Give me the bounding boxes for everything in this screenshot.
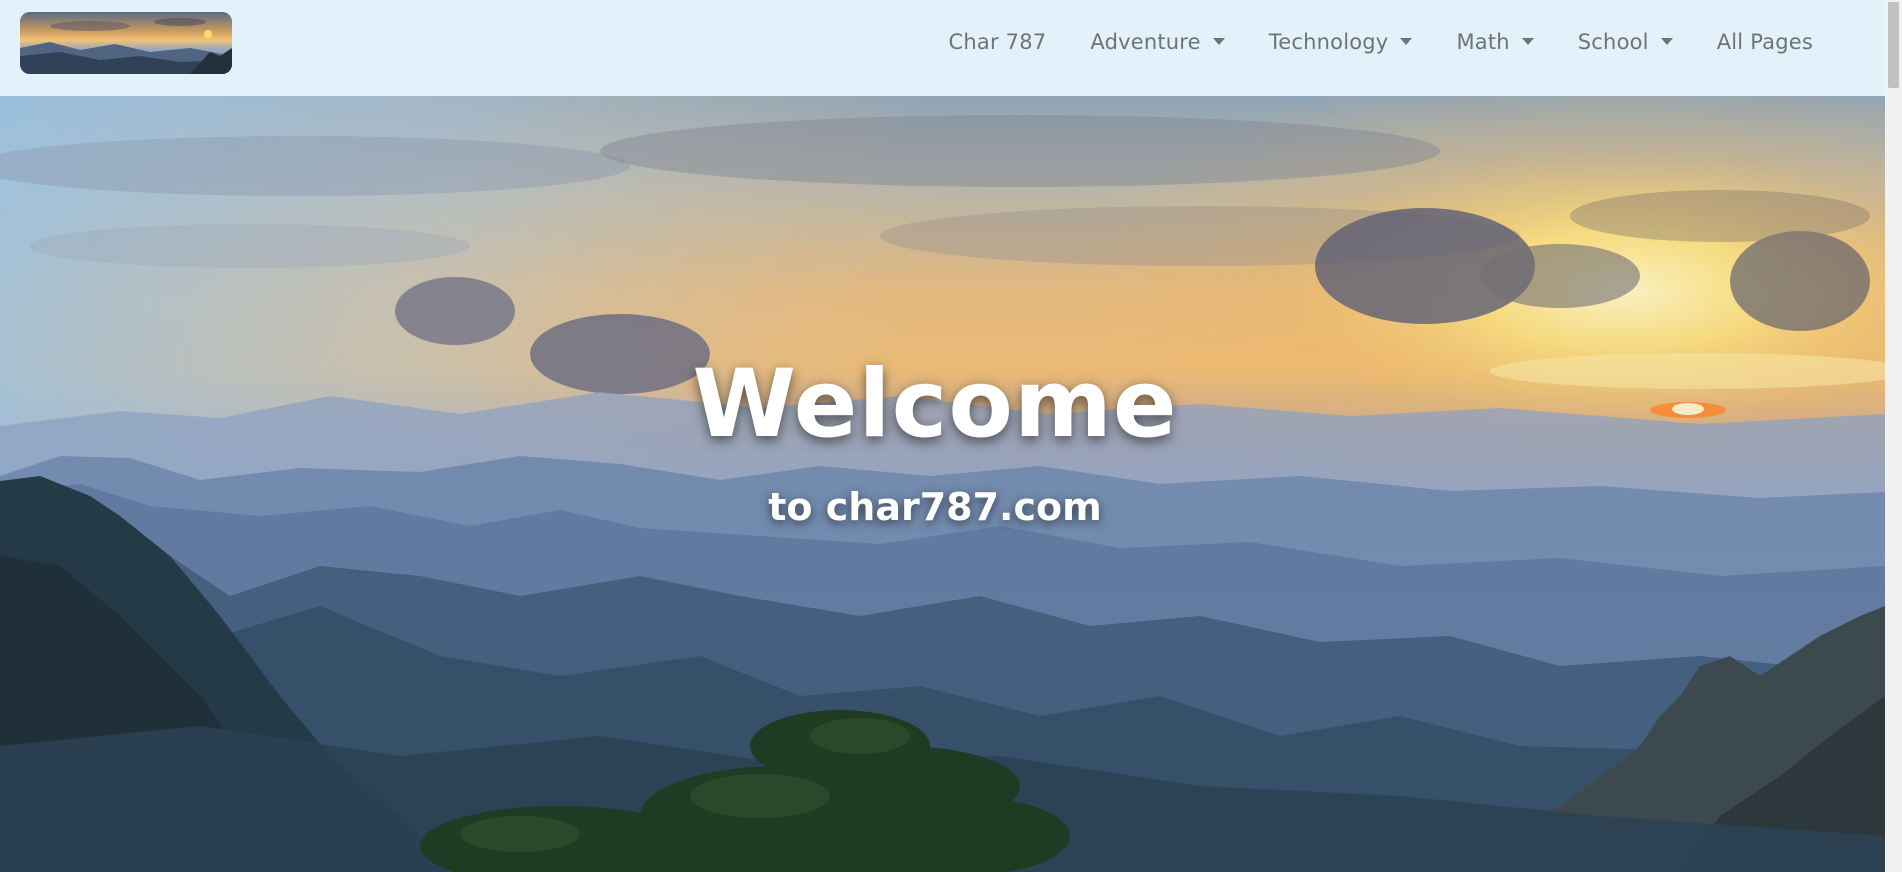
hero-title: Welcome: [692, 350, 1178, 459]
nav-item-label: School: [1577, 30, 1649, 54]
nav-item-label: Char 787: [948, 30, 1047, 54]
hero-subtitle: to char787.com: [768, 485, 1102, 529]
nav-item-label: All Pages: [1716, 30, 1813, 54]
nav-item-label: Math: [1456, 30, 1510, 54]
mountain-sunset-landscape-image: [0, 96, 1885, 872]
nav-item-label: Technology: [1268, 30, 1389, 54]
caret-down-icon: [1660, 37, 1673, 45]
caret-down-icon: [1521, 37, 1534, 45]
nav-item-school[interactable]: School: [1556, 30, 1695, 54]
scrollbar-thumb[interactable]: [1888, 2, 1899, 88]
nav-item-math[interactable]: Math: [1434, 30, 1555, 54]
page: Char 787 Adventure Technology Math Schoo…: [0, 0, 1902, 872]
nav-item-label: Adventure: [1090, 30, 1201, 54]
main-nav: Char 787 Adventure Technology Math Schoo…: [927, 0, 1835, 84]
caret-down-icon: [1400, 37, 1413, 45]
top-navbar: Char 787 Adventure Technology Math Schoo…: [0, 0, 1885, 96]
nav-item-char787[interactable]: Char 787: [927, 30, 1069, 54]
nav-item-adventure[interactable]: Adventure: [1068, 30, 1246, 54]
nav-item-technology[interactable]: Technology: [1247, 30, 1435, 54]
caret-down-icon: [1212, 37, 1225, 45]
page-scrollbar[interactable]: [1885, 0, 1902, 872]
nav-item-all-pages[interactable]: All Pages: [1695, 30, 1835, 54]
mountain-sunset-logo-icon: [20, 12, 232, 74]
brand-logo-link[interactable]: [20, 12, 232, 74]
hero-section: Welcome to char787.com: [0, 96, 1885, 872]
